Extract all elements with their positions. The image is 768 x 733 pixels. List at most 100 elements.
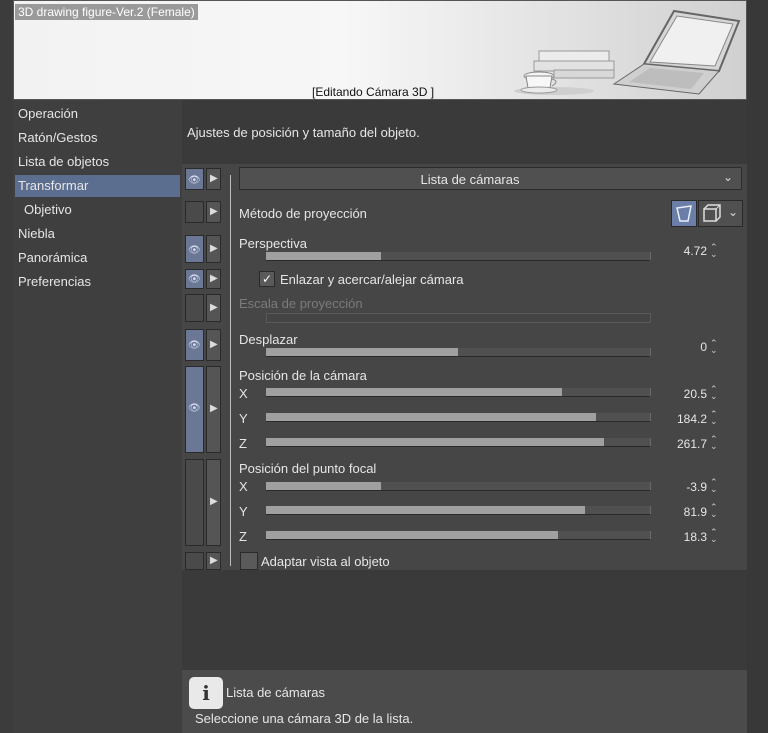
focal-y-value[interactable]: 81.9 bbox=[647, 505, 707, 519]
tree-line bbox=[230, 175, 231, 566]
triangle-right-icon: ▶ bbox=[210, 403, 218, 414]
desk-illustration bbox=[514, 9, 741, 95]
visibility-toggle[interactable] bbox=[185, 201, 204, 223]
spin-arrows-icon[interactable]: ⌃ ⌄ bbox=[710, 339, 718, 355]
orthographic-cube-icon bbox=[703, 204, 721, 222]
triangle-right-icon: ▶ bbox=[210, 273, 218, 284]
link-zoom-label: Enlazar y acercar/alejar cámara bbox=[280, 272, 464, 287]
focal-y-label: Y bbox=[239, 504, 248, 519]
shift-label: Desplazar bbox=[239, 332, 298, 347]
visibility-toggle[interactable] bbox=[185, 294, 204, 322]
sidebar-item-raton-gestos[interactable]: Ratón/Gestos bbox=[15, 127, 180, 149]
triangle-right-icon: ▶ bbox=[210, 496, 218, 507]
panel-description: Ajustes de posición y tamaño del objeto. bbox=[187, 125, 420, 140]
triangle-right-icon: ▶ bbox=[210, 555, 218, 566]
perspective-value[interactable]: 4.72 bbox=[647, 244, 707, 258]
perspective-slider[interactable] bbox=[266, 252, 651, 261]
expand-button[interactable]: ▶ bbox=[206, 235, 221, 263]
visibility-toggle[interactable]: 👁 bbox=[185, 329, 204, 361]
expand-button[interactable]: ▶ bbox=[206, 459, 221, 546]
spin-arrows-icon[interactable]: ⌃ ⌄ bbox=[710, 410, 718, 426]
visibility-toggle[interactable]: 👁 bbox=[185, 366, 204, 453]
sidebar-item-transformar[interactable]: Transformar bbox=[15, 175, 180, 197]
spin-arrows-icon[interactable]: ⌃ ⌄ bbox=[710, 385, 718, 401]
help-title: Lista de cámaras bbox=[226, 685, 325, 700]
sidebar-item-operacion[interactable]: Operación bbox=[15, 103, 180, 125]
expand-button[interactable]: ▶ bbox=[206, 329, 221, 361]
camera-x-value[interactable]: 20.5 bbox=[647, 387, 707, 401]
focal-x-value[interactable]: -3.9 bbox=[647, 480, 707, 494]
spin-arrows-icon[interactable]: ⌃ ⌄ bbox=[710, 528, 718, 544]
eye-icon: 👁 bbox=[188, 245, 201, 256]
camera-position-label: Posición de la cámara bbox=[239, 368, 367, 383]
chevron-down-icon: ⌄ bbox=[722, 170, 733, 184]
eye-icon: 👁 bbox=[188, 340, 201, 351]
triangle-right-icon: ▶ bbox=[210, 243, 218, 254]
eye-icon: 👁 bbox=[188, 403, 201, 414]
camera-z-label: Z bbox=[239, 436, 247, 451]
focal-x-label: X bbox=[239, 479, 248, 494]
left-edge-panel bbox=[0, 0, 13, 733]
sidebar-item-niebla[interactable]: Niebla bbox=[15, 223, 180, 245]
link-zoom-checkbox[interactable]: ✓ bbox=[259, 271, 275, 287]
help-box: i Lista de cámaras Seleccione una cámara… bbox=[182, 670, 747, 733]
focal-y-slider[interactable] bbox=[266, 506, 651, 515]
focal-z-label: Z bbox=[239, 529, 247, 544]
triangle-right-icon: ▶ bbox=[210, 339, 218, 350]
visibility-toggle[interactable]: 👁 bbox=[185, 269, 204, 289]
camera-y-value[interactable]: 184.2 bbox=[647, 412, 707, 426]
triangle-right-icon: ▶ bbox=[210, 173, 218, 184]
perspective-projection-button[interactable] bbox=[671, 200, 697, 227]
triangle-right-icon: ▶ bbox=[210, 206, 218, 217]
expand-button[interactable]: ▶ bbox=[206, 366, 221, 453]
camera-z-slider[interactable] bbox=[266, 438, 651, 447]
orthographic-projection-dropdown[interactable]: ⌄ bbox=[698, 200, 743, 227]
visibility-toggle[interactable]: 👁 bbox=[185, 168, 204, 190]
focal-z-value[interactable]: 18.3 bbox=[647, 530, 707, 544]
focal-z-slider[interactable] bbox=[266, 531, 651, 540]
projection-scale-slider bbox=[266, 313, 651, 323]
expand-button[interactable]: ▶ bbox=[206, 168, 221, 190]
spin-arrows-icon[interactable]: ⌃ ⌄ bbox=[710, 478, 718, 494]
transform-panel: Ajustes de posición y tamaño del objeto.… bbox=[182, 100, 747, 670]
help-text: Seleccione una cámara 3D de la lista. bbox=[195, 711, 414, 726]
visibility-toggle[interactable] bbox=[185, 552, 204, 570]
visibility-toggle[interactable] bbox=[185, 459, 204, 546]
projection-scale-label: Escala de proyección bbox=[239, 296, 363, 311]
camera-list-dropdown[interactable]: Lista de cámaras ⌄ bbox=[239, 167, 742, 190]
camera-x-slider[interactable] bbox=[266, 388, 651, 397]
shift-slider[interactable] bbox=[266, 348, 651, 357]
expand-button[interactable]: ▶ bbox=[206, 552, 221, 570]
sidebar-item-preferencias[interactable]: Preferencias bbox=[15, 271, 180, 293]
info-icon: i bbox=[189, 677, 223, 709]
fit-view-checkbox[interactable] bbox=[240, 552, 258, 570]
sidebar-item-lista-objetos[interactable]: Lista de objetos bbox=[15, 151, 180, 173]
camera-y-slider[interactable] bbox=[266, 413, 651, 422]
eye-icon: 👁 bbox=[188, 175, 201, 186]
sidebar-item-objetivo[interactable]: Objetivo bbox=[15, 199, 180, 221]
camera-list-value: Lista de cámaras bbox=[420, 172, 520, 187]
shift-value[interactable]: 0 bbox=[647, 340, 707, 354]
spin-arrows-icon[interactable]: ⌃ ⌄ bbox=[710, 503, 718, 519]
preview-caption: [Editando Cámara 3D ] bbox=[312, 85, 435, 99]
spin-arrows-icon[interactable]: ⌃ ⌄ bbox=[710, 435, 718, 451]
chevron-down-icon: ⌄ bbox=[728, 205, 739, 219]
fit-view-label: Adaptar vista al objeto bbox=[261, 554, 390, 569]
expand-button[interactable]: ▶ bbox=[206, 269, 221, 289]
eye-icon: 👁 bbox=[188, 274, 201, 285]
focal-x-slider[interactable] bbox=[266, 482, 651, 491]
visibility-toggle[interactable]: 👁 bbox=[185, 235, 204, 263]
expand-button[interactable]: ▶ bbox=[206, 294, 221, 322]
sidebar-item-panoramica[interactable]: Panorámica bbox=[15, 247, 180, 269]
preview-title: 3D drawing figure-Ver.2 (Female) bbox=[15, 4, 198, 20]
perspective-label: Perspectiva bbox=[239, 236, 307, 251]
spin-arrows-icon[interactable]: ⌃ ⌄ bbox=[710, 243, 718, 259]
camera-z-value[interactable]: 261.7 bbox=[647, 437, 707, 451]
triangle-right-icon: ▶ bbox=[210, 302, 218, 313]
focal-point-label: Posición del punto focal bbox=[239, 461, 377, 476]
camera-y-label: Y bbox=[239, 411, 248, 426]
perspective-cube-icon bbox=[676, 205, 692, 222]
settings-sidebar: Operación Ratón/Gestos Lista de objetos … bbox=[13, 100, 182, 733]
expand-button[interactable]: ▶ bbox=[206, 201, 221, 223]
model-preview: 3D drawing figure-Ver.2 (Female) [Editan… bbox=[13, 0, 747, 100]
